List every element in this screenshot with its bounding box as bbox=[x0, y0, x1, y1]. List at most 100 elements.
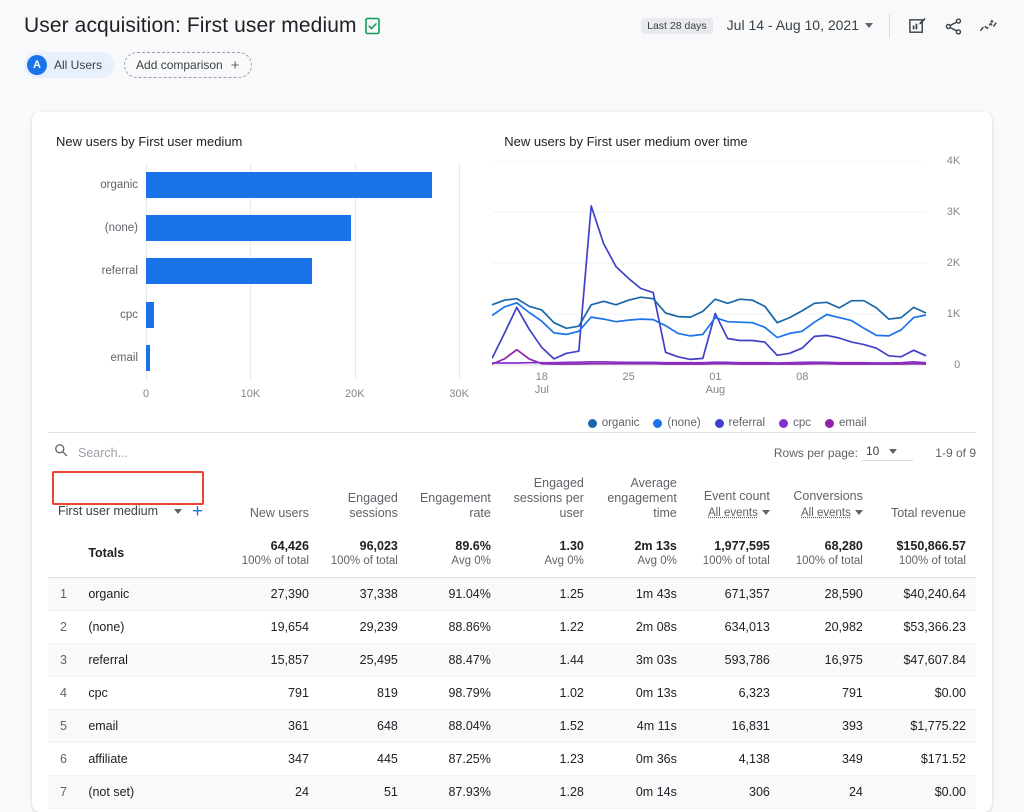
table-row[interactable]: 1organic27,39037,33891.04%1.251m 43s671,… bbox=[48, 578, 976, 611]
table-row[interactable]: 8(data deleted)11,98786.47%1.924m 46s50,… bbox=[48, 809, 976, 812]
legend-color-dot bbox=[653, 419, 662, 428]
col-engagement-rate[interactable]: Engagement rate bbox=[408, 468, 501, 531]
table-row[interactable]: 2(none)19,65429,23988.86%1.222m 08s634,0… bbox=[48, 611, 976, 644]
rows-per-page-select[interactable]: 10 bbox=[862, 444, 913, 461]
totals-cell: 89.6%Avg 0% bbox=[408, 531, 501, 578]
row-metric-cell: 29,239 bbox=[319, 611, 408, 644]
add-dimension-icon[interactable]: + bbox=[192, 502, 203, 521]
row-metric-cell: 1.52 bbox=[501, 710, 594, 743]
table-row[interactable]: 7(not set)245187.93%1.280m 14s30624$0.00 bbox=[48, 776, 976, 809]
line-series-cpc[interactable] bbox=[492, 362, 926, 363]
share-icon[interactable] bbox=[942, 15, 964, 37]
col-total-revenue[interactable]: Total revenue bbox=[873, 468, 976, 531]
row-dimension-value[interactable]: (not set) bbox=[78, 776, 230, 809]
event-count-filter[interactable]: All events bbox=[697, 506, 770, 521]
add-comparison-button[interactable]: Add comparison + bbox=[124, 52, 251, 78]
col-engaged-sessions-per-user[interactable]: Engaged sessions per user bbox=[501, 468, 594, 531]
table-row[interactable]: 4cpc79181998.79%1.020m 13s6,323791$0.00 bbox=[48, 677, 976, 710]
bar-category-label: organic bbox=[50, 179, 146, 191]
totals-cell: 64,426100% of total bbox=[230, 531, 319, 578]
bar-x-tick: 30K bbox=[449, 388, 469, 400]
col-engaged-sessions[interactable]: Engaged sessions bbox=[319, 468, 408, 531]
conversions-filter[interactable]: All events bbox=[790, 506, 863, 521]
google-sheets-export-icon[interactable] bbox=[365, 17, 382, 35]
insights-icon[interactable] bbox=[978, 15, 1000, 37]
charts-row: New users by First user medium 010K20K30… bbox=[32, 112, 992, 429]
row-metric-cell: 791 bbox=[780, 677, 873, 710]
rows-per-page[interactable]: Rows per page: 10 bbox=[774, 444, 913, 461]
legend-item-organic[interactable]: organic bbox=[588, 417, 640, 429]
row-metric-cell: 347 bbox=[230, 743, 319, 776]
bar-chart-title: New users by First user medium bbox=[56, 134, 488, 149]
bar-chart-row[interactable]: organic bbox=[50, 163, 480, 206]
table-row[interactable]: 3referral15,85725,49588.47%1.443m 03s593… bbox=[48, 644, 976, 677]
bar-chart-row[interactable]: email bbox=[50, 337, 480, 380]
row-metric-cell: 24 bbox=[230, 776, 319, 809]
report-header: User acquisition: First user medium Last… bbox=[0, 0, 1024, 92]
bar-x-tick: 0 bbox=[143, 388, 149, 400]
line-chart-svg bbox=[492, 161, 962, 391]
bar-chart-panel: New users by First user medium 010K20K30… bbox=[40, 128, 488, 429]
col-average-engagement-time[interactable]: Average engagement time bbox=[594, 468, 687, 531]
row-dimension-value[interactable]: email bbox=[78, 710, 230, 743]
row-metric-cell: 4m 46s bbox=[594, 809, 687, 812]
col-event-count[interactable]: Event count All events bbox=[687, 468, 780, 531]
line-series-(none)[interactable] bbox=[492, 303, 926, 338]
bar-x-tick: 20K bbox=[345, 388, 365, 400]
pagination-controls: Rows per page: 10 1-9 of 9 bbox=[774, 444, 976, 461]
table-row[interactable]: 6affiliate34744587.25%1.230m 36s4,138349… bbox=[48, 743, 976, 776]
row-index: 2 bbox=[48, 611, 78, 644]
table-header-row: First user medium + New users Engaged se… bbox=[48, 468, 976, 531]
row-index: 5 bbox=[48, 710, 78, 743]
totals-label: Totals bbox=[78, 531, 230, 578]
bar[interactable] bbox=[146, 215, 351, 241]
table-row[interactable]: 5email36164888.04%1.524m 11s16,831393$1,… bbox=[48, 710, 976, 743]
line-chart[interactable]: 01K2K3K4K18Jul2501Aug08 bbox=[492, 161, 962, 391]
row-metric-cell: 0m 36s bbox=[594, 743, 687, 776]
col-conversions[interactable]: Conversions All events bbox=[780, 468, 873, 531]
bar-chart[interactable]: 010K20K30Korganic(none)referralcpcemail bbox=[50, 163, 480, 408]
row-metric-cell: 0m 14s bbox=[594, 776, 687, 809]
bar-chart-row[interactable]: (none) bbox=[50, 206, 480, 249]
row-index: 6 bbox=[48, 743, 78, 776]
bar[interactable] bbox=[146, 345, 150, 371]
row-metric-cell: 25,495 bbox=[319, 644, 408, 677]
row-dimension-value[interactable]: organic bbox=[78, 578, 230, 611]
legend-item-(none)[interactable]: (none) bbox=[653, 417, 700, 429]
line-series-referral[interactable] bbox=[492, 206, 926, 360]
row-metric-cell: 2m 08s bbox=[594, 611, 687, 644]
row-dimension-value[interactable]: (none) bbox=[78, 611, 230, 644]
edit-comparison-icon[interactable] bbox=[906, 15, 928, 37]
search-input[interactable]: Search... bbox=[48, 443, 128, 462]
bar[interactable] bbox=[146, 258, 312, 284]
bar-chart-row[interactable]: cpc bbox=[50, 293, 480, 336]
row-dimension-value[interactable]: cpc bbox=[78, 677, 230, 710]
bar-chart-row[interactable]: referral bbox=[50, 250, 480, 293]
report-card: New users by First user medium 010K20K30… bbox=[32, 112, 992, 812]
row-metric-cell: $47,607.84 bbox=[873, 644, 976, 677]
legend-item-email[interactable]: email bbox=[825, 417, 866, 429]
date-range-selector[interactable]: Jul 14 - Aug 10, 2021 bbox=[727, 17, 873, 35]
row-dimension-value[interactable]: affiliate bbox=[78, 743, 230, 776]
bar[interactable] bbox=[146, 302, 154, 328]
row-index: 4 bbox=[48, 677, 78, 710]
legend-item-referral[interactable]: referral bbox=[715, 417, 765, 429]
totals-spacer bbox=[48, 531, 78, 578]
bar-category-label: email bbox=[50, 352, 146, 364]
legend-item-cpc[interactable]: cpc bbox=[779, 417, 811, 429]
avatar: A bbox=[27, 55, 47, 75]
chip-all-users[interactable]: A All Users bbox=[24, 52, 114, 78]
line-series-organic[interactable] bbox=[492, 297, 926, 328]
row-metric-cell: 19,654 bbox=[230, 611, 319, 644]
totals-cell: 2m 13sAvg 0% bbox=[594, 531, 687, 578]
legend-color-dot bbox=[588, 419, 597, 428]
col-new-users[interactable]: New users bbox=[230, 468, 319, 531]
table-header-dimension[interactable]: First user medium + bbox=[48, 468, 230, 531]
row-metric-cell: 88.47% bbox=[408, 644, 501, 677]
row-metric-cell: 86.47% bbox=[408, 809, 501, 812]
row-metric-cell: 28,590 bbox=[780, 578, 873, 611]
row-dimension-value[interactable]: referral bbox=[78, 644, 230, 677]
table-toolbar: Search... Rows per page: 10 1-9 of 9 bbox=[48, 432, 976, 468]
bar[interactable] bbox=[146, 172, 432, 198]
row-dimension-value[interactable]: (data deleted) bbox=[78, 809, 230, 812]
